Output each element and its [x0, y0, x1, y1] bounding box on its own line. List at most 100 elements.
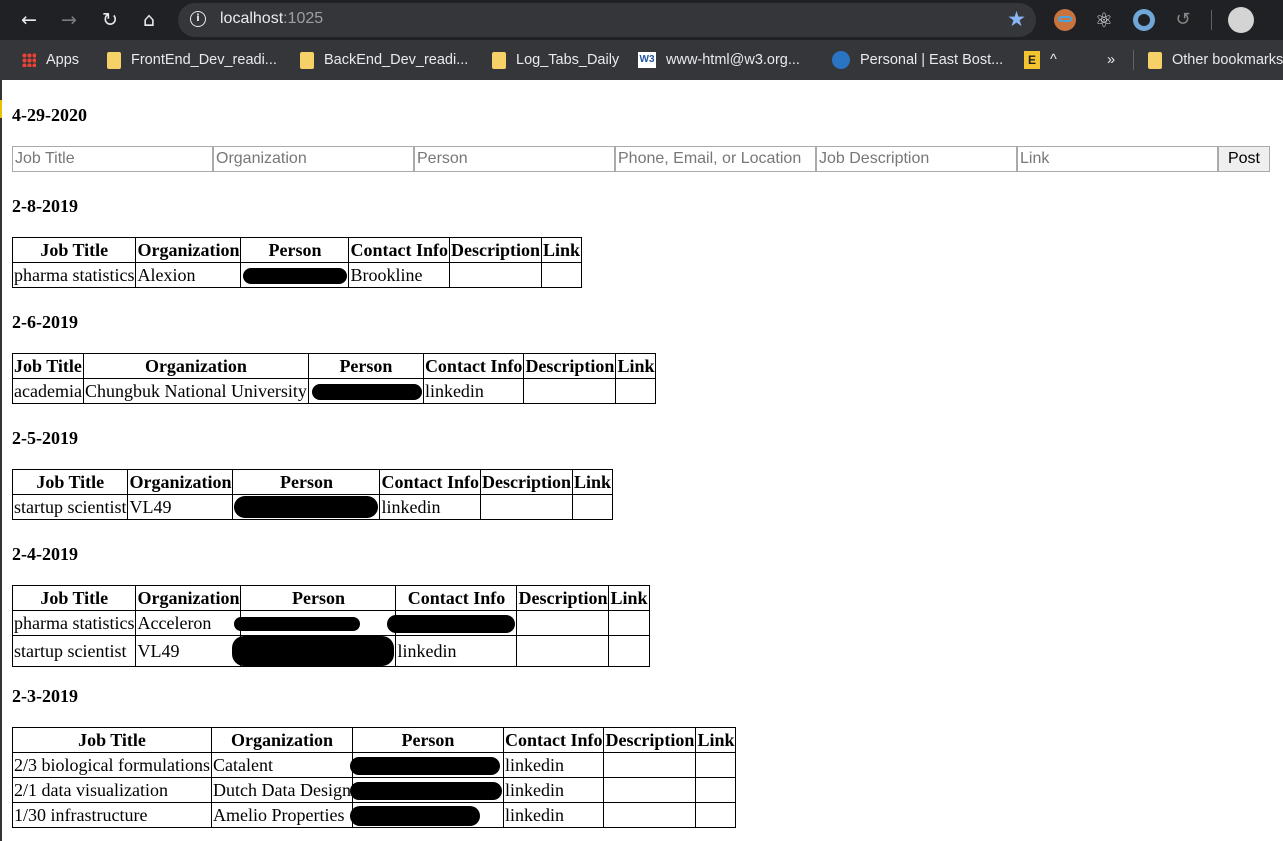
bookmark-frontend[interactable]: FrontEnd_Dev_readi...: [107, 40, 277, 80]
jobs-table: Job Title Organization Person Contact In…: [12, 727, 737, 828]
cell-person: [349, 752, 504, 778]
bookmark-label: Log_Tabs_Daily: [516, 52, 620, 68]
col-header-person: Person: [307, 353, 424, 379]
bookmark-w3[interactable]: W3 www-html@w3.org...: [638, 40, 800, 80]
address-bar[interactable]: i localhost:1025 ★: [178, 3, 1036, 37]
link-input[interactable]: [1017, 146, 1218, 172]
cell-organization: VL49: [135, 635, 242, 667]
job-title-input[interactable]: [12, 146, 213, 172]
url-text[interactable]: localhost:1025: [220, 10, 323, 28]
bookmark-label: BackEnd_Dev_readi...: [324, 52, 469, 68]
col-header-link: Link: [615, 353, 657, 379]
bookmarks-bar: Apps FrontEnd_Dev_readi... BackEnd_Dev_r…: [0, 40, 1283, 80]
redaction-mark: [232, 636, 395, 666]
cell-person: [232, 494, 381, 520]
extension-glasses-icon[interactable]: [1054, 9, 1076, 31]
col-header-organization: Organization: [82, 353, 309, 379]
profile-avatar[interactable]: [1228, 7, 1254, 33]
cell-contact: [387, 610, 518, 636]
bookmark-log-tabs[interactable]: Log_Tabs_Daily: [492, 40, 619, 80]
cell-organization: Amelio Properties: [210, 802, 353, 828]
jobs-table: Job Title Organization Person Contact In…: [11, 469, 614, 520]
group-date-heading: 2-5-2019: [12, 428, 78, 448]
bookmark-overflow-chevron[interactable]: »: [1107, 40, 1115, 80]
post-date-heading: 4-29-2020: [12, 105, 87, 125]
redaction-mark: [311, 384, 422, 401]
group-date-heading: 2-3-2019: [12, 686, 78, 706]
bookmark-label: Personal | East Bost...: [860, 52, 1004, 68]
table-row: 2/3 biological formulations Catalent lin…: [12, 752, 737, 778]
bookmark-other[interactable]: Other bookmarks: [1148, 40, 1283, 80]
group-date-heading: 2-8-2019: [12, 196, 78, 216]
col-header-link: Link: [695, 727, 737, 753]
cell-description: [516, 610, 610, 636]
cell-link: [615, 378, 657, 404]
evernote-icon: E: [1024, 51, 1040, 70]
reload-icon[interactable]: ↻: [98, 8, 122, 32]
bookmarks-divider: [1133, 50, 1134, 70]
bookmark-personal[interactable]: Personal | East Bost...: [832, 40, 1003, 80]
cell-job-title: 2/3 biological formulations: [12, 752, 212, 778]
jobs-table: Job Title Organization Person Contact In…: [11, 585, 650, 667]
home-icon[interactable]: ⌂: [137, 8, 161, 32]
col-header-contact: Contact Info: [502, 727, 605, 753]
cell-description: [479, 494, 573, 520]
group-date-heading: 2-4-2019: [12, 544, 78, 564]
cell-link: [608, 635, 650, 667]
contact-input[interactable]: [615, 146, 816, 172]
cell-contact: linkedin: [379, 494, 481, 520]
bookmark-evernote[interactable]: E ^: [1024, 40, 1057, 80]
cell-person: [349, 777, 504, 803]
toolbar-divider: [1211, 10, 1212, 30]
forward-arrow-icon[interactable]: →: [57, 8, 81, 32]
url-port: :1025: [283, 10, 324, 27]
col-header-link: Link: [540, 237, 583, 263]
browser-toolbar: ← → ↻ ⌂ i localhost:1025 ★ ⚛ ↺: [0, 0, 1283, 40]
cell-organization: Acceleron: [135, 610, 242, 636]
cell-link: [571, 494, 614, 520]
job-description-input[interactable]: [816, 146, 1017, 172]
bookmark-label: ^: [1050, 52, 1057, 68]
site-info-icon[interactable]: i: [190, 11, 206, 27]
jobs-table: Job Title Organization Person Contact In…: [12, 353, 657, 404]
post-button[interactable]: Post: [1218, 146, 1270, 172]
bookmark-backend[interactable]: BackEnd_Dev_readi...: [300, 40, 468, 80]
person-input[interactable]: [414, 146, 615, 172]
extension-redux-icon[interactable]: ↺: [1172, 9, 1194, 31]
globe-icon: [832, 51, 850, 70]
bookmark-label: Apps: [46, 52, 80, 68]
bookmark-label: »: [1107, 52, 1116, 68]
redaction-mark: [234, 496, 379, 519]
table-row: 2/1 data visualization Dutch Data Design…: [12, 777, 737, 803]
col-header-person: Person: [240, 237, 350, 263]
col-header-job-title: Job Title: [11, 469, 129, 495]
url-host: localhost: [220, 10, 284, 27]
react-devtools-icon[interactable]: ⚛: [1093, 9, 1115, 31]
col-header-contact: Contact Info: [348, 237, 450, 263]
bookmark-star-icon[interactable]: ★: [1007, 7, 1026, 31]
redaction-mark: [387, 615, 516, 634]
table-row: startup scientist VL49 linkedin: [11, 635, 650, 667]
redaction-mark: [349, 782, 502, 801]
cell-link: [608, 610, 650, 636]
col-header-link: Link: [608, 585, 650, 611]
cell-contact: linkedin: [502, 777, 605, 803]
cell-organization: VL49: [127, 494, 234, 520]
cell-job-title: startup scientist: [11, 635, 137, 667]
folder-icon: [300, 51, 314, 69]
extension-ring-icon[interactable]: [1133, 9, 1155, 31]
bookmark-label: www-html@w3.org...: [666, 52, 800, 68]
cell-contact: linkedin: [422, 378, 525, 404]
cell-job-title: pharma statistics: [11, 262, 137, 288]
bookmark-apps[interactable]: Apps: [22, 40, 79, 80]
cell-description: [603, 752, 697, 778]
cell-person: [232, 635, 397, 667]
folder-icon: [492, 51, 506, 69]
organization-input[interactable]: [213, 146, 414, 172]
back-arrow-icon[interactable]: ←: [17, 8, 41, 32]
redaction-mark: [243, 268, 348, 285]
cell-link: [695, 802, 737, 828]
col-header-description: Description: [603, 727, 697, 753]
col-header-description: Description: [479, 469, 573, 495]
col-header-link: Link: [571, 469, 614, 495]
